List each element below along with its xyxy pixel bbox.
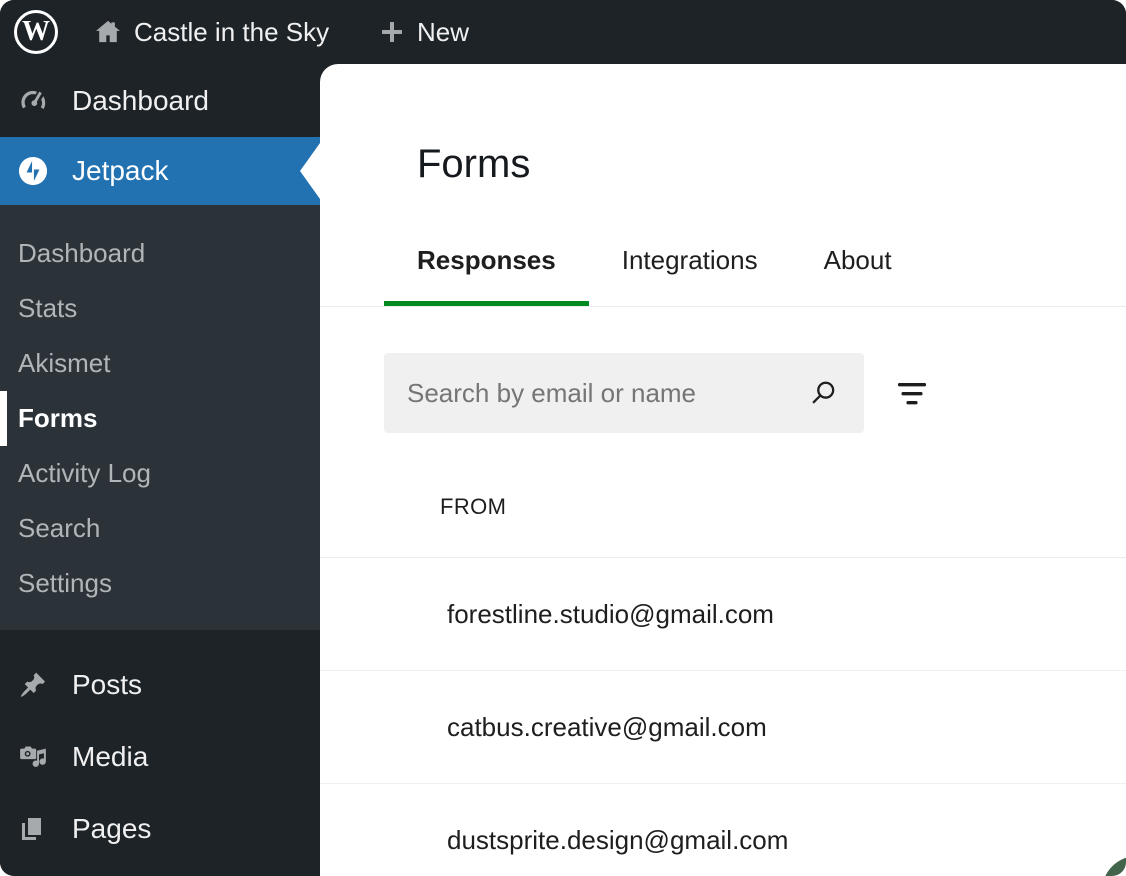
new-link[interactable]: New xyxy=(378,0,469,64)
search-icon[interactable] xyxy=(808,377,840,409)
tab-label: Integrations xyxy=(622,245,758,276)
table-row[interactable]: forestline.studio@gmail.com xyxy=(320,558,1126,671)
search-box xyxy=(384,353,864,433)
dashboard-gauge-icon xyxy=(18,86,48,116)
filter-icon xyxy=(898,376,926,412)
menu-label-posts: Posts xyxy=(72,669,142,701)
menu-item-jetpack[interactable]: Jetpack xyxy=(0,137,320,205)
admin-bar: W Castle in the Sky New xyxy=(0,0,1126,64)
wordpress-admin: W Castle in the Sky New Dashbo xyxy=(0,0,1126,876)
column-header-from: FROM xyxy=(440,494,506,520)
admin-menu: Dashboard Jetpack Dashboard Stats xyxy=(0,64,320,876)
pages-icon xyxy=(18,814,48,844)
new-label: New xyxy=(417,17,469,48)
page-title: Forms xyxy=(417,144,530,184)
submenu-label: Search xyxy=(18,513,100,544)
active-item-marker xyxy=(0,391,7,446)
submenu-label: Settings xyxy=(18,568,112,599)
pushpin-icon xyxy=(18,670,48,700)
site-name-label: Castle in the Sky xyxy=(134,17,329,48)
tab-bar: Responses Integrations About xyxy=(320,228,1126,307)
menu-item-posts[interactable]: Posts xyxy=(0,649,320,721)
submenu-item-dashboard[interactable]: Dashboard xyxy=(0,226,320,281)
tab-integrations[interactable]: Integrations xyxy=(589,228,791,306)
jetpack-submenu: Dashboard Stats Akismet Forms Activity L… xyxy=(0,205,320,630)
search-input[interactable] xyxy=(384,353,864,433)
media-icon xyxy=(18,742,48,772)
submenu-label: Forms xyxy=(18,403,97,434)
row-email: forestline.studio@gmail.com xyxy=(447,599,774,630)
table-row[interactable]: dustsprite.design@gmail.com xyxy=(320,784,1126,876)
menu-label-media: Media xyxy=(72,741,148,773)
submenu-label: Stats xyxy=(18,293,77,324)
menu-item-dashboard[interactable]: Dashboard xyxy=(0,64,320,137)
submenu-item-activity-log[interactable]: Activity Log xyxy=(0,446,320,501)
tab-about[interactable]: About xyxy=(791,228,925,306)
site-name-link[interactable]: Castle in the Sky xyxy=(93,0,329,64)
active-tab-underline xyxy=(384,301,589,306)
menu-label-jetpack: Jetpack xyxy=(72,155,169,187)
row-email: catbus.creative@gmail.com xyxy=(447,712,767,743)
submenu-label: Activity Log xyxy=(18,458,151,489)
content-panel: Forms Responses Integrations About xyxy=(320,64,1126,876)
tab-responses[interactable]: Responses xyxy=(384,228,589,306)
tab-label: About xyxy=(824,245,892,276)
wordpress-logo[interactable]: W xyxy=(14,10,58,54)
responses-table: forestline.studio@gmail.com catbus.creat… xyxy=(320,558,1126,876)
tab-label: Responses xyxy=(417,245,556,276)
submenu-label: Akismet xyxy=(18,348,110,379)
table-row[interactable]: catbus.creative@gmail.com xyxy=(320,671,1126,784)
wordpress-w-glyph: W xyxy=(22,18,50,46)
submenu-item-search[interactable]: Search xyxy=(0,501,320,556)
submenu-label: Dashboard xyxy=(18,238,145,269)
jetpack-icon xyxy=(18,156,48,186)
submenu-item-stats[interactable]: Stats xyxy=(0,281,320,336)
row-email: dustsprite.design@gmail.com xyxy=(447,825,788,856)
submenu-item-settings[interactable]: Settings xyxy=(0,556,320,611)
menu-bottom-section: Posts Media xyxy=(0,630,320,865)
menu-item-media[interactable]: Media xyxy=(0,721,320,793)
filter-button[interactable] xyxy=(898,376,926,412)
menu-label-dashboard: Dashboard xyxy=(72,85,209,117)
submenu-item-forms[interactable]: Forms xyxy=(0,391,320,446)
plus-icon xyxy=(378,18,406,46)
menu-label-pages: Pages xyxy=(72,813,151,845)
submenu-item-akismet[interactable]: Akismet xyxy=(0,336,320,391)
menu-item-pages[interactable]: Pages xyxy=(0,793,320,865)
home-icon xyxy=(93,17,123,47)
